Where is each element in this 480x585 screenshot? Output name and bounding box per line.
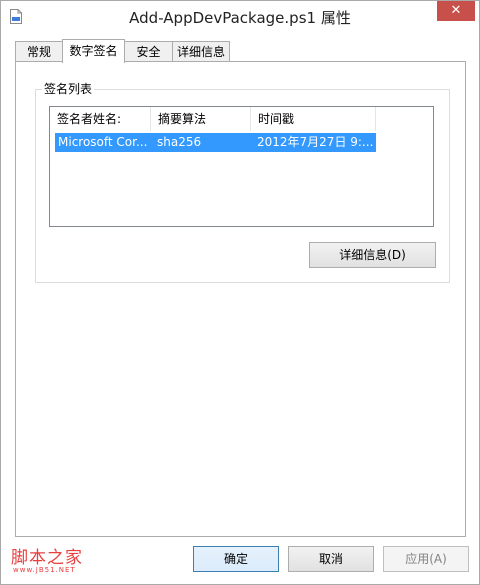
close-button[interactable]: ✕ — [437, 1, 475, 21]
tab-label: 安全 — [136, 45, 161, 59]
tab-label: 常规 — [26, 45, 51, 59]
signature-list-group: 签名列表 签名者姓名: 摘要算法 时间戳 Microsoft Cor... sh… — [35, 81, 450, 283]
signer-name-cell: Microsoft Cor... — [58, 135, 148, 149]
properties-window: Add-AppDevPackage.ps1 属性 ✕ 常规 数字签名 安全 详细… — [0, 0, 480, 585]
list-header: 签名者姓名: 摘要算法 时间戳 — [50, 107, 433, 131]
digest-algorithm-cell: sha256 — [157, 135, 202, 149]
watermark-logo: 脚本之家 www.JB51.NET — [11, 543, 101, 583]
tab-security[interactable]: 安全 — [124, 41, 173, 61]
watermark-text: 脚本之家 — [11, 548, 83, 568]
window-title: Add-AppDevPackage.ps1 属性 — [129, 9, 351, 27]
tab-general[interactable]: 常规 — [15, 41, 63, 61]
timestamp-cell: 2012年7月27日 9:... — [257, 135, 374, 149]
tab-details[interactable]: 详细信息 — [172, 41, 230, 61]
cancel-button[interactable]: 取消 — [288, 546, 374, 572]
tab-label: 数字签名 — [69, 44, 118, 58]
apply-button[interactable]: 应用(A) — [383, 546, 469, 572]
column-signer-name[interactable]: 签名者姓名: — [50, 107, 151, 131]
list-item[interactable]: Microsoft Cor... sha256 2012年7月27日 9:... — [55, 133, 376, 152]
column-timestamp[interactable]: 时间戳 — [251, 107, 376, 131]
digital-signatures-panel: 签名列表 签名者姓名: 摘要算法 时间戳 Microsoft Cor... sh… — [15, 61, 466, 537]
tab-digital-signatures[interactable]: 数字签名 — [62, 39, 125, 63]
ok-button[interactable]: 确定 — [193, 546, 279, 572]
watermark-url: www.JB51.NET — [13, 566, 76, 574]
signature-list-legend: 签名列表 — [42, 81, 95, 97]
signature-list[interactable]: 签名者姓名: 摘要算法 时间戳 Microsoft Cor... sha256 … — [49, 106, 434, 227]
column-digest-algorithm[interactable]: 摘要算法 — [151, 107, 251, 131]
close-icon: ✕ — [450, 3, 462, 18]
title-bar[interactable]: Add-AppDevPackage.ps1 属性 ✕ — [1, 1, 479, 33]
tab-label: 详细信息 — [176, 45, 225, 59]
details-button[interactable]: 详细信息(D) — [309, 242, 436, 268]
